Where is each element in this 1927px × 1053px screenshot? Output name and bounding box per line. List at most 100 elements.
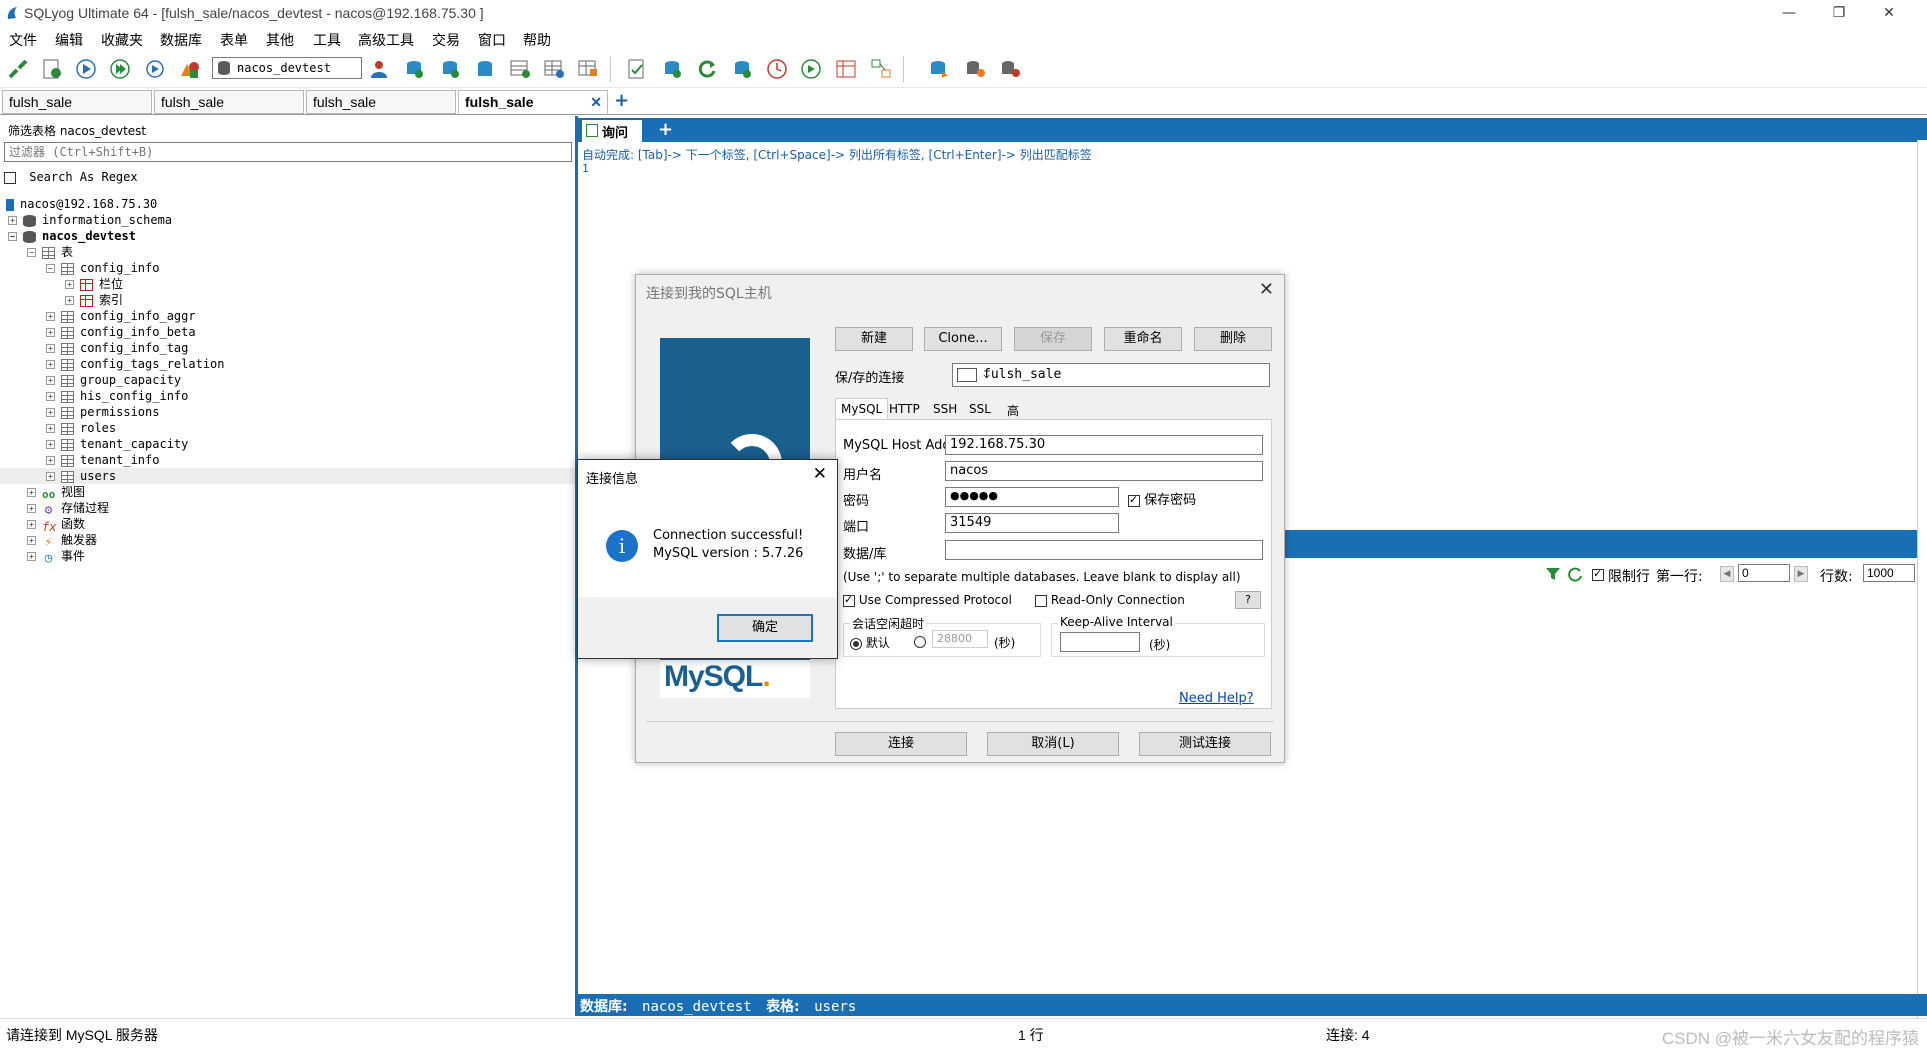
host-input[interactable]: 192.168.75.30 [945, 435, 1263, 455]
menu-window[interactable]: 窗口 [478, 30, 506, 50]
menu-favorites[interactable]: 收藏夹 [101, 30, 143, 50]
connect-button[interactable]: 连接 [835, 732, 967, 756]
expand-icon[interactable]: + [46, 344, 55, 353]
import-icon[interactable] [731, 58, 753, 80]
close-tab-icon[interactable]: ✕ [590, 94, 602, 111]
keepalive-input[interactable] [1060, 632, 1140, 652]
table-grid-icon[interactable] [543, 58, 565, 80]
schema-designer-icon[interactable] [870, 58, 892, 80]
expand-icon[interactable]: + [46, 360, 55, 369]
test-connection-button[interactable]: 测试连接 [1139, 732, 1271, 756]
execute-query-icon[interactable] [75, 58, 97, 80]
minimize-button[interactable]: — [1766, 2, 1812, 26]
menu-database[interactable]: 数据库 [160, 30, 202, 50]
cancel-button[interactable]: 取消(L) [987, 732, 1119, 756]
expand-icon[interactable]: + [46, 440, 55, 449]
save-password-checkbox[interactable] [1128, 493, 1140, 507]
port-input[interactable]: 31549 [945, 513, 1119, 533]
tree-server[interactable]: nacos@192.168.75.30 [6, 196, 157, 212]
execute-all-icon[interactable] [109, 58, 131, 80]
compressed-protocol-checkbox[interactable] [843, 593, 855, 607]
schema-sync-icon[interactable] [626, 58, 648, 80]
limit-rows-checkbox[interactable] [1592, 567, 1604, 581]
shapes-icon[interactable] [178, 58, 200, 80]
menu-table[interactable]: 表单 [220, 30, 248, 50]
tree-table[interactable]: + config_info_tag [46, 340, 188, 356]
add-query-tab-button[interactable]: + [658, 119, 673, 140]
backup-database-icon[interactable] [439, 58, 461, 80]
dialog-close-button[interactable]: ✕ [1259, 279, 1274, 300]
close-window-button[interactable]: ✕ [1866, 2, 1912, 26]
menu-edit[interactable]: 编辑 [55, 30, 83, 50]
tab-advanced[interactable]: 高级功能 [1001, 398, 1025, 469]
connection-tab[interactable]: fulsh_sale [306, 90, 456, 114]
table-diagram-icon[interactable] [509, 58, 531, 80]
expand-icon[interactable]: + [27, 504, 36, 513]
password-input[interactable]: ●●●●● [945, 487, 1119, 507]
save-password-toggle[interactable]: 保存密码 [1128, 489, 1196, 508]
tree-columns[interactable]: + 栏位 [65, 276, 123, 292]
tree-procedures[interactable]: + ⚙ 存储过程 [27, 500, 109, 518]
tree-table[interactable]: + config_tags_relation [46, 356, 225, 372]
tab-mysql[interactable]: MySQL [835, 398, 889, 419]
tree-db-information-schema[interactable]: + information_schema [8, 212, 172, 228]
expand-icon[interactable]: + [46, 472, 55, 481]
ok-button[interactable]: 确定 [717, 614, 813, 642]
tree-views[interactable]: + oo 视图 [27, 484, 85, 501]
tree-events[interactable]: + ◷ 事件 [27, 548, 85, 566]
tree-tables-folder[interactable]: − 表 [27, 244, 73, 260]
first-row-input[interactable] [1738, 564, 1790, 582]
expand-icon[interactable]: + [65, 280, 74, 289]
next-page-icon[interactable]: ▶ [1794, 566, 1808, 582]
database-select[interactable]: nacos_devtest ⌵ [212, 57, 362, 79]
collapse-icon[interactable]: − [27, 248, 36, 257]
tree-table[interactable]: − config_info [46, 260, 159, 276]
refresh-icon[interactable] [1567, 566, 1583, 582]
prev-page-icon[interactable]: ◀ [1720, 566, 1734, 582]
clone-button[interactable]: Clone... [924, 327, 1002, 351]
tree-functions[interactable]: + fx 函数 [27, 516, 85, 534]
tree-table[interactable]: + permissions [46, 404, 159, 420]
new-connection-icon[interactable] [7, 58, 29, 80]
tab-http[interactable]: HTTP [883, 398, 926, 419]
connection-tab[interactable]: fulsh_sale [154, 90, 304, 114]
default-radio[interactable] [850, 637, 862, 650]
menu-transaction[interactable]: 交易 [432, 30, 460, 50]
need-help-link[interactable]: Need Help? [1179, 691, 1254, 706]
migration-icon[interactable] [928, 58, 950, 80]
readonly-toggle[interactable]: Read-Only Connection [1035, 593, 1185, 607]
collapse-icon[interactable]: − [8, 232, 17, 241]
tree-table[interactable]: + config_info_beta [46, 324, 196, 340]
data-sync-icon[interactable] [661, 58, 683, 80]
menu-powertools[interactable]: 高级工具 [358, 30, 414, 50]
connection-tab-active[interactable]: fulsh_sale ✕ [458, 90, 608, 114]
execute-edit-icon[interactable] [145, 58, 167, 80]
user-manager-icon[interactable] [368, 58, 390, 80]
tree-triggers[interactable]: + ⚡ 触发器 [27, 532, 97, 550]
tree-table[interactable]: + config_info_aggr [46, 308, 196, 324]
connection-tab[interactable]: fulsh_sale [2, 90, 152, 114]
limit-rows-toggle[interactable] [1592, 567, 1604, 582]
saved-connections-select[interactable]: fulsh_sale ⌵ [952, 363, 1270, 387]
filter-input[interactable] [4, 142, 572, 162]
tab-ssh[interactable]: SSH [927, 398, 963, 419]
database-copy-icon[interactable] [964, 58, 986, 80]
filter-funnel-icon[interactable] [1545, 566, 1561, 582]
expand-icon[interactable]: + [46, 392, 55, 401]
tab-ssl[interactable]: SSL [963, 398, 997, 419]
new-query-icon[interactable] [41, 58, 63, 80]
query-tab[interactable]: 询问 [582, 120, 642, 142]
help-question-button[interactable]: ? [1235, 591, 1261, 609]
refresh-icon[interactable] [696, 58, 718, 80]
schema-icon[interactable] [577, 58, 599, 80]
expand-icon[interactable]: + [27, 520, 36, 529]
tree-table[interactable]: + tenant_capacity [46, 436, 188, 452]
expand-icon[interactable]: + [46, 312, 55, 321]
regex-checkbox[interactable] [4, 171, 16, 184]
query-builder-icon[interactable] [835, 58, 857, 80]
restore-database-icon[interactable] [474, 58, 496, 80]
rename-button[interactable]: 重命名 [1104, 327, 1182, 351]
expand-icon[interactable]: + [46, 408, 55, 417]
menu-others[interactable]: 其他 [266, 30, 294, 50]
tree-indexes[interactable]: + 索引 [65, 292, 123, 308]
